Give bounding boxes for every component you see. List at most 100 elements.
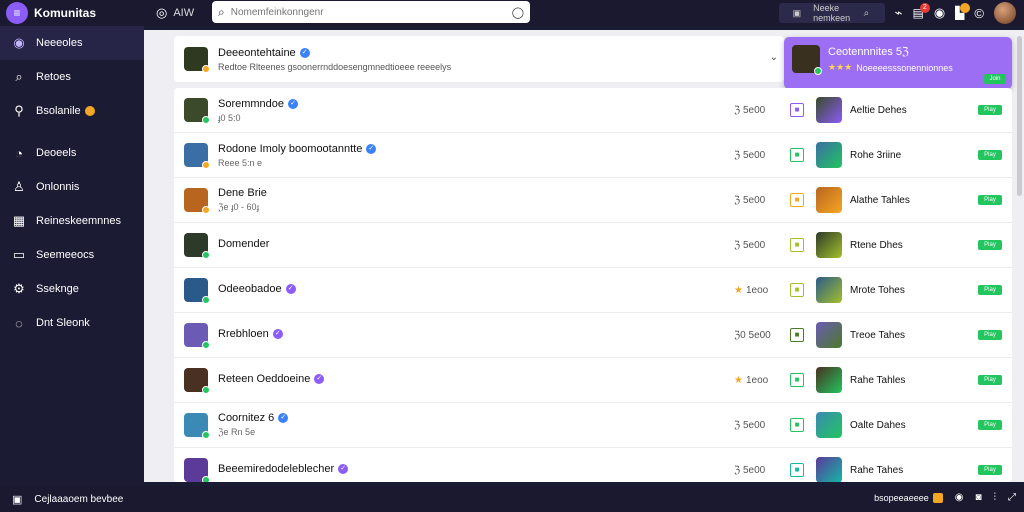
game-name: Mrote Tohes <box>850 284 905 296</box>
location-icon[interactable]: ◉ <box>955 492 964 503</box>
list-item[interactable]: Coornitez 6 ✓ ℨe Rn 5e ★ ℨ 5e00 ■ Oalte … <box>174 403 1012 448</box>
community-name-row: Coornitez 6 ✓ <box>218 412 289 424</box>
list-item[interactable]: Soremmndoe ✓ ɟ0 5:0 ★ ℨ 5e00 ■ Aeltie De… <box>174 88 1012 133</box>
game-tag-icon[interactable]: ■ <box>790 283 804 297</box>
game-tag-icon[interactable]: ■ <box>790 418 804 432</box>
sidebar-item-3[interactable]: ◔ Deoeels <box>0 136 144 170</box>
sidebar-item-2[interactable]: ⚲ Bsolanile <box>0 94 144 128</box>
verified-icon: ✓ <box>366 143 377 154</box>
list-item[interactable]: Odeeobadoe ✓ ★ 1eoo ■ Mrote Tohes Play <box>174 268 1012 313</box>
status-dot <box>202 341 210 349</box>
chevron-down-icon[interactable]: ⌄ <box>770 52 778 63</box>
member-count-value: 1eoo <box>745 284 769 296</box>
featured-card[interactable]: Deeeontehtaine ✓ Redtoe Rlteenes ɡsooner… <box>174 36 784 82</box>
member-count: ★ ℨ 5e00 <box>734 105 765 116</box>
rating-stars: ★★★ <box>828 62 853 72</box>
sidebar-item-label: Reineskeemnnes <box>36 215 121 227</box>
game-tag-icon[interactable]: ■ <box>790 328 804 342</box>
game-tag-icon[interactable]: ■ <box>790 193 804 207</box>
settings-icon[interactable]: ◉ <box>934 5 945 21</box>
member-count-value: ℨ 5e00 <box>734 104 766 116</box>
mic-icon[interactable]: ◯ <box>512 6 524 19</box>
panel-icon: ▭ <box>12 247 26 262</box>
play-button[interactable]: Play <box>978 150 1002 160</box>
verified-icon: ✓ <box>285 283 296 294</box>
sidebar-item-1[interactable]: ⌕ Retoes <box>0 60 144 94</box>
help-icon: ◌ <box>15 315 23 331</box>
sidebar-item-5[interactable]: ▦ Reineskeemnnes <box>0 204 144 238</box>
search-bar[interactable]: ⌕ ◯ <box>212 1 530 23</box>
verified-icon: ✓ <box>272 328 283 339</box>
play-button[interactable]: Play <box>978 240 1002 250</box>
game-tag-icon[interactable]: ■ <box>790 148 804 162</box>
list-item[interactable]: Dene Brie ✓ ℨe ɟ0 - 60ɟ ★ ℨ 5e00 ■ Alath… <box>174 178 1012 223</box>
verified-icon: ✓ <box>288 98 299 109</box>
game-name: Alathe Tahles <box>850 194 910 206</box>
community-name-row: Rodone Imoly boomootanntte ✓ <box>218 143 377 155</box>
search-icon: ⌕ <box>863 7 870 19</box>
link-icon[interactable]: ⌁ <box>895 5 903 21</box>
search-input[interactable] <box>230 6 506 18</box>
panel-icon[interactable]: ▣ <box>12 493 22 506</box>
featured-subtitle: Redtoe Rlteenes ɡsoonerrnddoesengmnedtio… <box>218 61 452 72</box>
game-thumbnail <box>816 187 842 213</box>
inbox-icon[interactable]: ▤ 2 <box>912 3 930 20</box>
scrollbar[interactable] <box>1017 36 1022 196</box>
popup-join-button[interactable]: Join <box>984 74 1006 84</box>
game-name: Rahe Tahes <box>850 464 904 476</box>
list-item[interactable]: Reteen Oeddoeine ✓ ★ 1eoo ■ Rahe Tahles … <box>174 358 1012 403</box>
game-tag-icon[interactable]: ■ <box>790 373 804 387</box>
member-count-value: ℨ0 5e00 <box>734 329 771 341</box>
sidebar-item-0[interactable]: ◉ Neeeoles <box>0 26 144 60</box>
grid-icon: ▦ <box>12 213 26 228</box>
play-button[interactable]: Play <box>978 285 1002 295</box>
camera-icon[interactable]: ◙ <box>975 492 981 503</box>
member-count-value: 1eoo <box>745 374 769 386</box>
play-button[interactable]: Play <box>978 195 1002 205</box>
sidebar-item-8[interactable]: ◌ Dnt Sleonk <box>0 306 144 340</box>
status-dot <box>202 251 210 259</box>
expand-icon[interactable]: ⤢ <box>1008 492 1016 503</box>
game-thumbnail <box>816 232 842 258</box>
member-count: ★ 1eoo <box>734 285 768 296</box>
bars-icon[interactable]: ⫶ <box>994 492 997 503</box>
bottom-right-text: bsopeeaeeee <box>874 492 929 503</box>
sidebar-item-6[interactable]: ▭ Seemeeocs <box>0 238 144 272</box>
member-count-value: ℨ 5e00 <box>734 419 766 431</box>
community-list: Soremmndoe ✓ ɟ0 5:0 ★ ℨ 5e00 ■ Aeltie De… <box>174 88 1012 482</box>
list-item[interactable]: Rrebhloen ✓ ★ ℨ0 5e00 ■ Treoe Tahes Play <box>174 313 1012 358</box>
status-dot <box>202 65 210 73</box>
sidebar-item-label: Dnt Sleonk <box>36 317 90 329</box>
play-button[interactable]: Play <box>978 105 1002 115</box>
list-item[interactable]: Beeemiredodeleblecher ✓ ★ ℨ 5e00 ■ Rahe … <box>174 448 1012 482</box>
switch-label[interactable]: AIW <box>173 7 194 19</box>
game-tag-icon[interactable]: ■ <box>790 103 804 117</box>
sidebar-item-7[interactable]: ⚙ Sseknge <box>0 272 144 306</box>
game-thumbnail <box>816 277 842 303</box>
play-button[interactable]: Play <box>978 330 1002 340</box>
list-item[interactable]: Rodone Imoly boomootanntte ✓ Reee 5:n e … <box>174 133 1012 178</box>
brand[interactable]: ≡ Komunitas <box>0 2 150 24</box>
main-content: Deeeontehtaine ✓ Redtoe Rlteenes ɡsooner… <box>144 30 1024 482</box>
controller-icon: ▣ <box>792 7 802 18</box>
play-button[interactable]: Play <box>978 420 1002 430</box>
game-tag-icon[interactable]: ■ <box>790 463 804 477</box>
mini-search[interactable]: ▣ Neeke nemkeen ⌕ <box>778 3 885 23</box>
copyright-icon[interactable]: © <box>974 6 984 21</box>
user-avatar[interactable] <box>994 2 1016 24</box>
game-tag-icon[interactable]: ■ <box>790 238 804 252</box>
wrench-icon: ⚲ <box>14 103 24 118</box>
play-button[interactable]: Play <box>978 375 1002 385</box>
community-thumbnail <box>184 188 210 214</box>
game-icon[interactable]: ◎ <box>156 5 167 21</box>
community-meta: ɟ0 5:0 <box>218 112 241 123</box>
list-item[interactable]: Domender ✓ ★ ℨ 5e00 ■ Rtene Dhes Play <box>174 223 1012 268</box>
trophy-icon[interactable]: ▙ <box>955 3 971 20</box>
sidebar-item-4[interactable]: ♙ Onlonnis <box>0 170 144 204</box>
play-button[interactable]: Play <box>978 465 1002 475</box>
menu-icon[interactable]: ≡ <box>6 2 28 24</box>
game-name: Aeltie Dehes <box>850 104 907 116</box>
tools-icon: ⚙ <box>13 281 25 296</box>
game-name: Rahe Tahles <box>850 374 906 386</box>
notification-popup[interactable]: Ceotennnites 5ℨ ★★★ Noeeeesssonennionnes… <box>784 37 1012 89</box>
